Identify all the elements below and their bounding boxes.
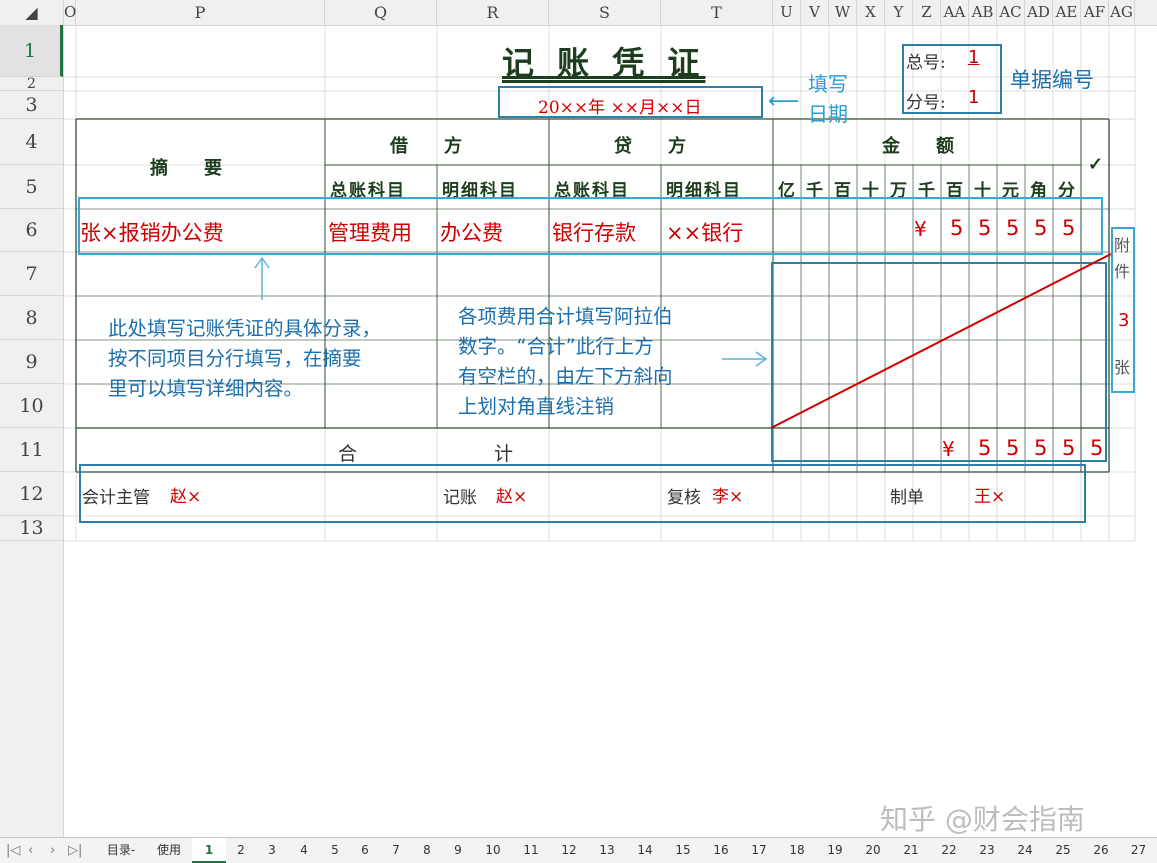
entry-note-line-2: 按不同项目分行填写，在摘要 xyxy=(108,347,362,370)
sig-reviewer-name[interactable]: 李× xyxy=(712,482,743,507)
total-label-right: 计 xyxy=(494,443,514,465)
sheet-tab-bar: |◁ ‹ › ▷| 目录- 使用 1 2 3 4 5 6 7 8 9 10 11 12 13 14 15 16 17… xyxy=(0,837,1157,863)
sheet-tab-0[interactable]: 目录- xyxy=(96,838,146,863)
sheet-tab-28[interactable]: 27 xyxy=(1120,838,1157,863)
total-digit-1[interactable]: 5 xyxy=(1006,436,1019,460)
sum-note-line-3: 有空栏的，由左下方斜向 xyxy=(458,365,673,388)
sheet-tab-13[interactable]: 12 xyxy=(550,838,588,863)
sheet-tab-18[interactable]: 17 xyxy=(740,838,778,863)
sig-reviewer-label: 复核 xyxy=(667,488,701,508)
sig-maker-name[interactable]: 王× xyxy=(974,482,1005,507)
sheet-tab-4[interactable]: 3 xyxy=(256,838,288,863)
sheet-tab-20[interactable]: 19 xyxy=(816,838,854,863)
first-sheet-icon[interactable]: |◁ xyxy=(6,838,20,863)
sheet-tab-9[interactable]: 8 xyxy=(412,838,442,863)
total-digit-3[interactable]: 5 xyxy=(1062,436,1075,460)
sig-supervisor-name[interactable]: 赵× xyxy=(170,482,201,507)
sheet-tab-23[interactable]: 22 xyxy=(930,838,968,863)
sheet-tab-27[interactable]: 26 xyxy=(1082,838,1120,863)
sheet-tab-12[interactable]: 11 xyxy=(512,838,550,863)
sheet-tab-24[interactable]: 23 xyxy=(968,838,1006,863)
total-digit-2[interactable]: 5 xyxy=(1034,436,1047,460)
prev-sheet-icon[interactable]: ‹ xyxy=(28,838,33,863)
total-digit-4[interactable]: 5 xyxy=(1090,436,1103,460)
sheet-tab-7[interactable]: 6 xyxy=(350,838,380,863)
signature-row-box xyxy=(79,464,1086,523)
sig-bookkeeper-name[interactable]: 赵× xyxy=(496,482,527,507)
sheet-tab-16[interactable]: 15 xyxy=(664,838,702,863)
sheet-tab-19[interactable]: 18 xyxy=(778,838,816,863)
sum-note-line-4: 上划对角直线注销 xyxy=(458,395,615,418)
sheet-tab-25[interactable]: 24 xyxy=(1006,838,1044,863)
sig-supervisor-label: 会计主管 xyxy=(82,488,150,508)
sheet-tab-22[interactable]: 21 xyxy=(892,838,930,863)
last-sheet-icon[interactable]: ▷| xyxy=(68,838,82,863)
entry-note-line-3: 里可以填写详细内容。 xyxy=(108,377,304,400)
sheet-tab-17[interactable]: 16 xyxy=(702,838,740,863)
sheet-tab-21[interactable]: 20 xyxy=(854,838,892,863)
sheet-tab-26[interactable]: 25 xyxy=(1044,838,1082,863)
sheet-tab-1[interactable]: 使用 xyxy=(146,838,192,863)
sig-bookkeeper-label: 记账 xyxy=(443,488,477,508)
sheet-tab-14[interactable]: 13 xyxy=(588,838,626,863)
sum-note-line-1: 各项费用合计填写阿拉伯 xyxy=(458,305,673,328)
total-digit-0[interactable]: 5 xyxy=(978,436,991,460)
sig-maker-label: 制单 xyxy=(890,488,924,508)
entry-note-line-1: 此处填写记账凭证的具体分录， xyxy=(108,317,382,340)
watermark-text: 知乎 @财会指南 xyxy=(880,803,1085,836)
next-sheet-icon[interactable]: › xyxy=(50,838,55,863)
sheet-tab-15[interactable]: 14 xyxy=(626,838,664,863)
sheet-tab-8[interactable]: 7 xyxy=(380,838,412,863)
annotation-arrows xyxy=(254,256,768,367)
sheet-tab-5[interactable]: 4 xyxy=(288,838,320,863)
total-currency[interactable]: ¥ xyxy=(942,437,955,461)
sheet-tab-2[interactable]: 1 xyxy=(192,838,226,863)
sum-note-line-2: 数字。“合计”此行上方 xyxy=(458,335,654,358)
sheet-tab-11[interactable]: 10 xyxy=(474,838,512,863)
sheet-tab-3[interactable]: 2 xyxy=(226,838,256,863)
total-label-left: 合 xyxy=(338,443,358,465)
sheet-tab-10[interactable]: 9 xyxy=(442,838,474,863)
sheet-tab-6[interactable]: 5 xyxy=(320,838,350,863)
